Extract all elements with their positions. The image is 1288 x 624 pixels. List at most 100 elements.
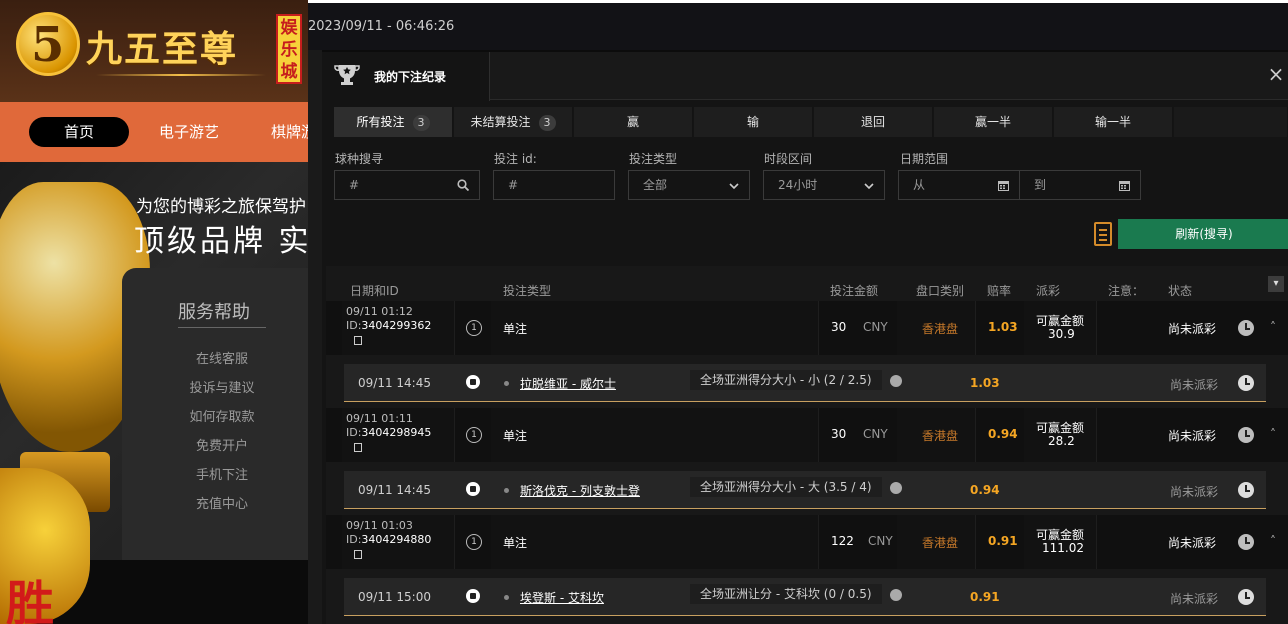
collapse-icon[interactable]: ˄ — [1270, 534, 1276, 548]
clock-icon — [1238, 427, 1254, 443]
soccer-ball-icon — [466, 589, 480, 603]
leg-count-badge: 1 — [466, 534, 482, 550]
help-divider — [178, 327, 266, 328]
help-link-complaint[interactable]: 投诉与建议 — [122, 377, 322, 396]
detail-odds: 0.94 — [970, 483, 1000, 497]
close-icon[interactable]: × — [1266, 64, 1286, 84]
calendar-icon[interactable] — [998, 180, 1009, 191]
notepad-icon[interactable] — [1094, 222, 1112, 246]
match-link[interactable]: 斯洛伐克 - 列支敦士登 — [520, 482, 640, 499]
collapse-icon[interactable]: ˄ — [1270, 320, 1276, 334]
bet-type-label: 投注类型 — [629, 152, 678, 166]
table-row[interactable]: 09/11 01:11 ID:3404298945 1 单注 30 CNY 香港盘… — [326, 408, 1288, 462]
tab-half-win[interactable]: 赢一半 — [934, 107, 1053, 137]
search-icon[interactable] — [457, 179, 469, 191]
col-payout: 派彩 — [1036, 284, 1061, 298]
bet-date-id: 09/11 01:12 ID:3404299362 — [346, 305, 431, 347]
bullet-icon — [504, 595, 509, 600]
help-link-mobile-bet[interactable]: 手机下注 — [122, 464, 322, 483]
copy-icon[interactable] — [354, 335, 362, 345]
tab-count: 3 — [412, 115, 430, 131]
clock-icon — [1238, 320, 1254, 336]
detail-odds: 0.91 — [970, 590, 1000, 604]
banner-title: 顶级品牌 实 — [134, 224, 308, 259]
bet-type-select[interactable]: 全部 — [628, 170, 750, 200]
bet-id-label: 投注 id: — [494, 152, 537, 166]
logo-badge: 娱乐城 — [276, 14, 302, 84]
odds-type: 香港盘 — [922, 536, 959, 550]
help-link-deposit-withdraw[interactable]: 如何存取款 — [122, 406, 322, 425]
clock-icon — [1238, 375, 1254, 391]
bet-id-input[interactable]: # — [493, 170, 615, 200]
modal-header: 我的下注纪录 × — [322, 52, 1288, 101]
detail-status: 尚未派彩 — [1170, 592, 1219, 606]
clock-icon — [1238, 534, 1254, 550]
bullet-icon — [504, 488, 509, 493]
tab-lose[interactable]: 输 — [694, 107, 813, 137]
site-nav: 首页 电子游艺 棋牌游 — [0, 102, 316, 162]
bet-status: 尚未派彩 — [1168, 322, 1217, 336]
bet-currency: CNY — [863, 427, 888, 441]
calendar-icon[interactable] — [1119, 180, 1130, 191]
help-link-online-service[interactable]: 在线客服 — [122, 348, 322, 367]
bet-status: 尚未派彩 — [1168, 429, 1217, 443]
site-header: 5 九五至尊 娱乐城 — [0, 0, 308, 102]
date-from-input[interactable]: 从 — [898, 170, 1020, 200]
match-link[interactable]: 埃登斯 - 艾科坎 — [520, 589, 604, 606]
column-menu-icon[interactable]: ▾ — [1268, 276, 1284, 292]
clock-icon — [1238, 482, 1254, 498]
table-row[interactable]: 09/11 01:12 ID:3404299362 1 单注 30 CNY 香港盘… — [326, 301, 1288, 355]
bet-table: 日期和ID 投注类型 投注金额 盘口类别 赔率 派彩 注意： 状态 ▾ 09/1… — [326, 266, 1288, 624]
period-select[interactable]: 24小时 — [763, 170, 885, 200]
info-icon[interactable] — [890, 375, 902, 387]
site-logo[interactable]: 5 九五至尊 娱乐城 — [16, 12, 306, 92]
bet-currency: CNY — [863, 320, 888, 334]
promo-badge: 胜 — [0, 468, 90, 624]
bet-amount: 30 — [831, 427, 847, 441]
help-link-recharge[interactable]: 充值中心 — [122, 493, 322, 512]
info-icon[interactable] — [890, 589, 902, 601]
modal-title-tab[interactable]: 我的下注纪录 — [322, 52, 490, 101]
bet-odds: 1.03 — [988, 320, 1018, 334]
tab-all-bets[interactable]: 所有投注 3 — [334, 107, 453, 137]
date-to-input[interactable]: 到 — [1019, 170, 1141, 200]
info-icon[interactable] — [890, 482, 902, 494]
bet-type: 单注 — [503, 536, 528, 550]
payout-amount: 28.2 — [1048, 434, 1075, 448]
bullet-icon — [504, 381, 509, 386]
top-bar: 2023/09/11 - 06:46:26 — [308, 0, 1288, 50]
sport-search-input[interactable]: # — [334, 170, 480, 200]
payout-amount: 111.02 — [1042, 541, 1084, 555]
overlay-gutter — [308, 50, 322, 624]
logo-divider — [96, 74, 266, 76]
refresh-search-button[interactable]: 刷新(搜寻) — [1118, 219, 1288, 249]
date-range-label: 日期范围 — [900, 152, 949, 166]
col-bet-type: 投注类型 — [503, 284, 552, 298]
nav-home[interactable]: 首页 — [29, 117, 129, 147]
collapse-icon[interactable]: ˄ — [1270, 427, 1276, 441]
nav-electronic-games[interactable]: 电子游艺 — [159, 117, 219, 147]
current-time: 2023/09/11 - 06:46:26 — [308, 19, 455, 34]
tab-unsettled[interactable]: 未结算投注 3 — [454, 107, 573, 137]
tab-half-lose[interactable]: 输一半 — [1054, 107, 1173, 137]
bet-date-id: 09/11 01:11 ID:3404298945 — [346, 412, 431, 454]
logo-emblem: 5 — [16, 12, 80, 76]
banner-subtitle: 为您的博彩之旅保驾护 — [136, 197, 306, 217]
chevron-down-icon — [729, 183, 739, 190]
col-note: 注意： — [1108, 284, 1145, 298]
bet-type: 单注 — [503, 322, 528, 336]
help-link-open-account[interactable]: 免费开户 — [122, 435, 322, 454]
table-row[interactable]: 09/11 01:03 ID:3404294880 1 单注 122 CNY 香港… — [326, 515, 1288, 569]
bet-odds: 0.91 — [988, 534, 1018, 548]
tab-win[interactable]: 赢 — [574, 107, 693, 137]
market-label: 全场亚洲得分大小 - 小 (2 / 2.5) — [690, 370, 882, 390]
col-date-id: 日期和ID — [350, 284, 399, 298]
modal-title: 我的下注纪录 — [374, 70, 447, 84]
tab-spacer — [1174, 107, 1288, 137]
soccer-ball-icon — [466, 482, 480, 496]
match-link[interactable]: 拉脱维亚 - 威尔士 — [520, 375, 616, 392]
copy-icon[interactable] — [354, 549, 362, 559]
copy-icon[interactable] — [354, 442, 362, 452]
tab-refund[interactable]: 退回 — [814, 107, 933, 137]
screen: 5 九五至尊 娱乐城 首页 电子游艺 棋牌游 为您的博彩之旅保驾护 顶级品牌 实… — [0, 0, 1288, 624]
